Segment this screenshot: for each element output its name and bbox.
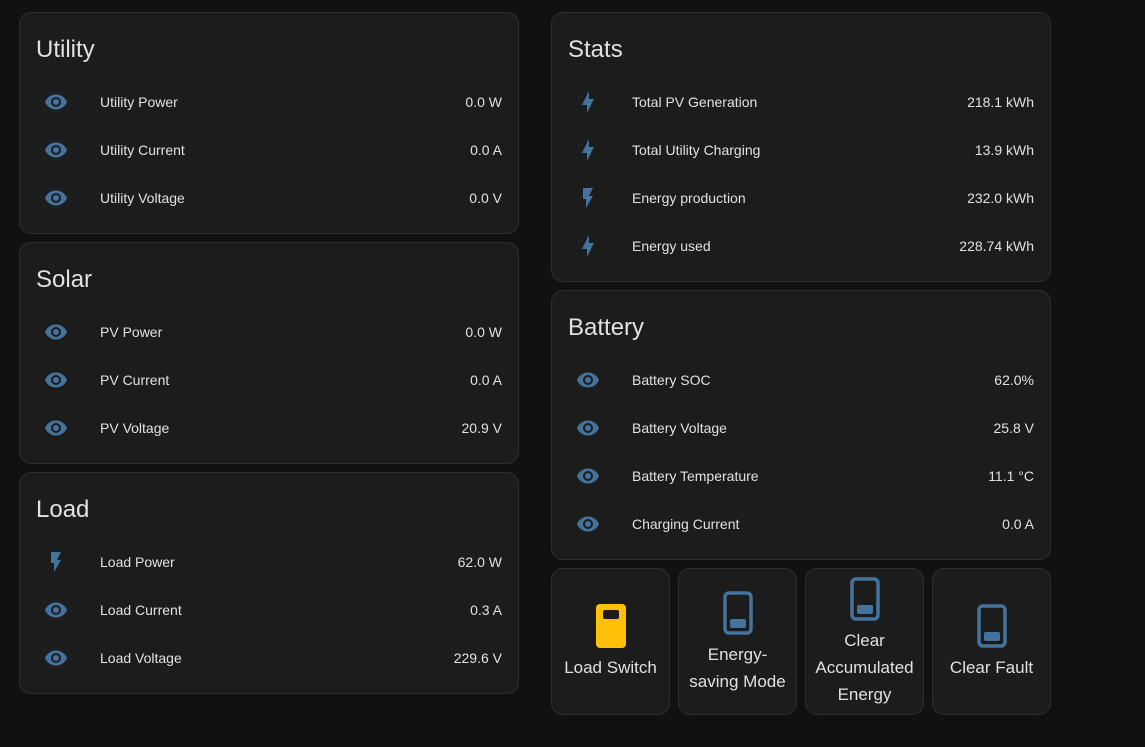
entity-value: 20.9 V [461, 420, 502, 436]
card-title: Solar [36, 266, 93, 293]
entity-value: 13.9 kWh [974, 142, 1034, 158]
clear-fault-button[interactable]: Clear Fault [932, 568, 1051, 715]
button-label: Energy-saving Mode [689, 644, 786, 691]
entity-value: 0.0 A [1002, 516, 1034, 532]
entity-row-load-current[interactable]: Load Current 0.3 A [20, 586, 518, 634]
button-label: Clear Fault [949, 658, 1034, 677]
entity-label: Load Power [100, 554, 175, 570]
energy-saving-mode-button[interactable]: Energy-saving Mode [678, 568, 797, 715]
card-title: Utility [36, 36, 95, 63]
load-switch-button[interactable]: Load Switch [551, 568, 670, 715]
switch-off-icon [718, 589, 758, 637]
stats-card: Stats Total PV Generation 218.1 kWh Tota… [551, 12, 1051, 282]
eye-icon [44, 90, 68, 114]
eye-icon [44, 416, 68, 440]
entity-value: 0.0 W [465, 94, 502, 110]
eye-icon [44, 368, 68, 392]
load-card: Load Load Power 62.0 W Load Current 0.3 … [19, 472, 519, 694]
entity-value: 62.0 W [457, 554, 502, 570]
entity-label: Total PV Generation [632, 94, 758, 110]
entity-label: Charging Current [632, 516, 740, 532]
entity-value: 0.3 A [470, 602, 502, 618]
entity-value: 229.6 V [453, 650, 502, 666]
button-label: Clear Accumulated Energy [815, 631, 914, 704]
entity-value: 0.0 A [470, 142, 502, 158]
entity-row-total-pv-generation[interactable]: Total PV Generation 218.1 kWh [552, 78, 1050, 126]
entity-label: Utility Current [100, 142, 185, 158]
eye-icon [576, 368, 600, 392]
entity-label: Battery Voltage [632, 420, 727, 436]
lightning-bolt-icon [576, 90, 600, 114]
entity-row-battery-temperature[interactable]: Battery Temperature 11.1 °C [552, 452, 1050, 500]
entity-label: Battery SOC [632, 372, 711, 388]
eye-icon [44, 186, 68, 210]
entity-label: Utility Voltage [100, 190, 185, 206]
entity-row-battery-voltage[interactable]: Battery Voltage 25.8 V [552, 404, 1050, 452]
switch-off-icon [845, 575, 885, 623]
eye-icon [576, 416, 600, 440]
entity-label: Battery Temperature [632, 468, 759, 484]
entity-row-utility-current[interactable]: Utility Current 0.0 A [20, 126, 518, 174]
entity-label: PV Voltage [100, 420, 170, 436]
battery-card: Battery Battery SOC 62.0% Battery Voltag… [551, 290, 1051, 560]
entity-row-energy-production[interactable]: Energy production 232.0 kWh [552, 174, 1050, 222]
entity-label: PV Power [100, 324, 163, 340]
entity-value: 25.8 V [993, 420, 1034, 436]
eye-icon [44, 598, 68, 622]
entity-row-load-power[interactable]: Load Power 62.0 W [20, 538, 518, 586]
button-label: Load Switch [564, 658, 657, 677]
utility-card: Utility Utility Power 0.0 W Utility Curr… [19, 12, 519, 234]
entity-row-pv-voltage[interactable]: PV Voltage 20.9 V [20, 404, 518, 452]
eye-icon [576, 512, 600, 536]
entity-value: 0.0 V [469, 190, 502, 206]
entity-row-load-voltage[interactable]: Load Voltage 229.6 V [20, 634, 518, 682]
card-title: Battery [568, 314, 645, 341]
entity-label: Energy used [632, 238, 711, 254]
entity-row-charging-current[interactable]: Charging Current 0.0 A [552, 500, 1050, 548]
entity-row-total-utility-charging[interactable]: Total Utility Charging 13.9 kWh [552, 126, 1050, 174]
clear-accumulated-energy-button[interactable]: Clear Accumulated Energy [805, 568, 924, 715]
entity-value: 62.0% [994, 372, 1034, 388]
entity-value: 218.1 kWh [967, 94, 1034, 110]
entity-label: PV Current [100, 372, 170, 388]
card-title: Load [36, 496, 90, 523]
eye-icon [576, 464, 600, 488]
flash-icon [576, 186, 600, 210]
entity-value: 232.0 kWh [967, 190, 1034, 206]
card-title: Stats [568, 36, 623, 63]
entity-label: Utility Power [100, 94, 178, 110]
eye-icon [44, 138, 68, 162]
lightning-bolt-icon [576, 138, 600, 162]
entity-row-energy-used[interactable]: Energy used 228.74 kWh [552, 222, 1050, 270]
entity-label: Load Current [100, 602, 182, 618]
entity-value: 0.0 W [465, 324, 502, 340]
entity-row-utility-voltage[interactable]: Utility Voltage 0.0 V [20, 174, 518, 222]
entity-value: 228.74 kWh [959, 238, 1034, 254]
entity-value: 0.0 A [470, 372, 502, 388]
entity-row-utility-power[interactable]: Utility Power 0.0 W [20, 78, 518, 126]
eye-icon [44, 646, 68, 670]
lightning-bolt-icon [576, 234, 600, 258]
entity-value: 11.1 °C [988, 468, 1034, 484]
switch-off-icon [972, 602, 1012, 650]
entity-label: Load Voltage [100, 650, 182, 666]
entity-label: Total Utility Charging [632, 142, 761, 158]
entity-row-battery-soc[interactable]: Battery SOC 62.0% [552, 356, 1050, 404]
entity-row-pv-power[interactable]: PV Power 0.0 W [20, 308, 518, 356]
eye-icon [44, 320, 68, 344]
switch-on-icon [591, 602, 631, 650]
solar-card: Solar PV Power 0.0 W PV Current 0.0 A PV… [19, 242, 519, 464]
entity-row-pv-current[interactable]: PV Current 0.0 A [20, 356, 518, 404]
flash-icon [44, 550, 68, 574]
entity-label: Energy production [632, 190, 746, 206]
